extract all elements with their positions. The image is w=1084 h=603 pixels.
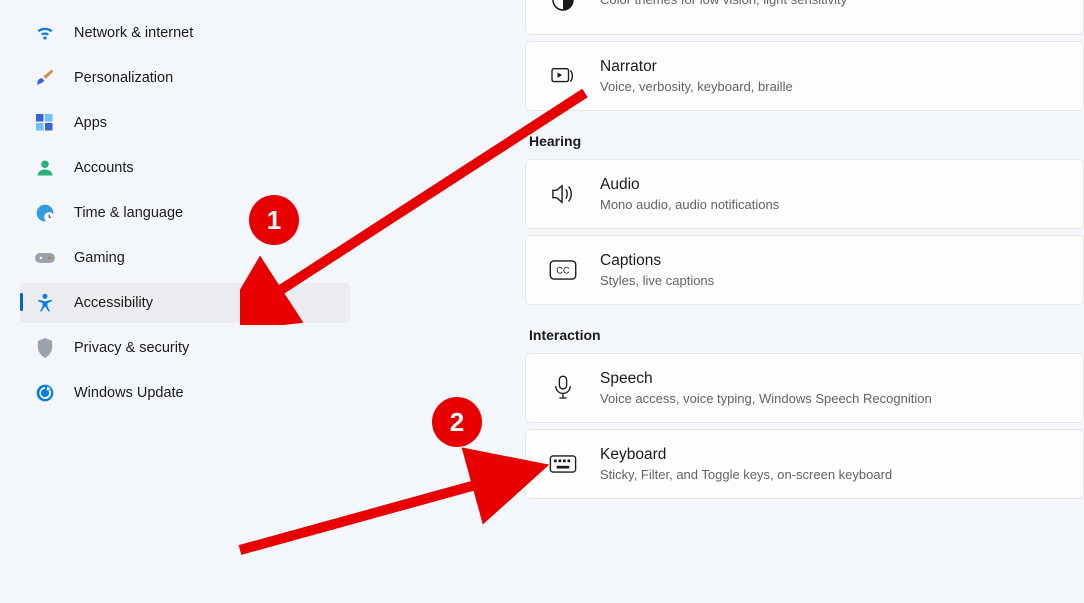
card-title: Keyboard	[600, 445, 892, 466]
shield-icon	[34, 337, 56, 359]
person-icon	[34, 157, 56, 179]
interaction-section-header: Interaction	[529, 327, 1084, 343]
captions-icon: CC	[548, 255, 578, 285]
card-captions[interactable]: CC Captions Styles, live captions	[525, 235, 1084, 305]
card-contrast-themes[interactable]: Contrast themes Color themes for low vis…	[525, 0, 1084, 35]
card-title: Captions	[600, 251, 714, 272]
sidebar-item-label: Privacy & security	[74, 340, 189, 356]
annotation-number: 2	[450, 407, 464, 438]
card-narrator[interactable]: Narrator Voice, verbosity, keyboard, bra…	[525, 41, 1084, 111]
wifi-icon	[34, 22, 56, 44]
card-title: Audio	[600, 175, 779, 196]
update-icon	[34, 382, 56, 404]
sidebar-item-label: Windows Update	[74, 385, 184, 401]
card-subtitle: Mono audio, audio notifications	[600, 196, 779, 214]
gamepad-icon	[34, 247, 56, 269]
audio-icon	[548, 179, 578, 209]
card-title: Narrator	[600, 57, 793, 78]
annotation-circle-1: 1	[249, 195, 299, 245]
card-subtitle: Color themes for low vision, light sensi…	[600, 0, 847, 9]
card-title: Speech	[600, 369, 932, 390]
sidebar-item-time-language[interactable]: Time & language	[20, 193, 350, 233]
sidebar-item-privacy-security[interactable]: Privacy & security	[20, 328, 350, 368]
svg-text:CC: CC	[556, 266, 570, 276]
sidebar-item-label: Time & language	[74, 205, 183, 221]
sidebar-item-accounts[interactable]: Accounts	[20, 148, 350, 188]
sidebar: Network & internet Personalization Apps …	[0, 0, 370, 603]
sidebar-item-label: Network & internet	[74, 25, 193, 41]
keyboard-icon	[548, 449, 578, 479]
sidebar-item-personalization[interactable]: Personalization	[20, 58, 350, 98]
narrator-icon	[548, 61, 578, 91]
sidebar-item-windows-update[interactable]: Windows Update	[20, 373, 350, 413]
card-subtitle: Styles, live captions	[600, 272, 714, 290]
globe-clock-icon	[34, 202, 56, 224]
main-content: Contrast themes Color themes for low vis…	[525, 0, 1084, 603]
contrast-icon	[548, 0, 578, 15]
accessibility-person-icon	[34, 292, 56, 314]
sidebar-item-label: Apps	[74, 115, 107, 131]
card-audio[interactable]: Audio Mono audio, audio notifications	[525, 159, 1084, 229]
sidebar-item-label: Gaming	[74, 250, 125, 266]
card-keyboard[interactable]: Keyboard Sticky, Filter, and Toggle keys…	[525, 429, 1084, 499]
sidebar-item-label: Accounts	[74, 160, 134, 176]
card-speech[interactable]: Speech Voice access, voice typing, Windo…	[525, 353, 1084, 423]
card-subtitle: Sticky, Filter, and Toggle keys, on-scre…	[600, 466, 892, 484]
sidebar-item-gaming[interactable]: Gaming	[20, 238, 350, 278]
sidebar-item-label: Accessibility	[74, 295, 153, 311]
paintbrush-icon	[34, 67, 56, 89]
sidebar-item-label: Personalization	[74, 70, 173, 86]
apps-icon	[34, 112, 56, 134]
sidebar-item-network[interactable]: Network & internet	[20, 13, 350, 53]
annotation-circle-2: 2	[432, 397, 482, 447]
card-subtitle: Voice, verbosity, keyboard, braille	[600, 78, 793, 96]
card-subtitle: Voice access, voice typing, Windows Spee…	[600, 390, 932, 408]
sidebar-item-accessibility[interactable]: Accessibility	[20, 283, 350, 323]
sidebar-item-apps[interactable]: Apps	[20, 103, 350, 143]
annotation-number: 1	[267, 205, 281, 236]
microphone-icon	[548, 373, 578, 403]
hearing-section-header: Hearing	[529, 133, 1084, 149]
